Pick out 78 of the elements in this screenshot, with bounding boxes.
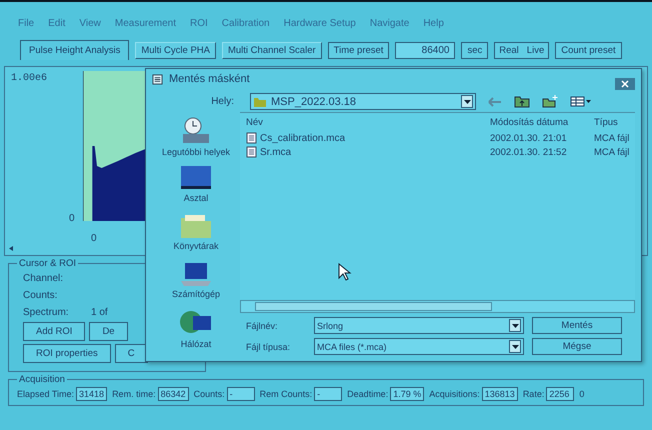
file-date: 2002.01.30. 21:01 [490, 132, 568, 144]
value-field: - [226, 387, 255, 401]
value-field: 86342 [158, 387, 189, 401]
value-field: 136813 [482, 387, 518, 401]
count-preset-button[interactable]: Count preset [555, 42, 622, 58]
place-item[interactable]: Asztal [152, 164, 240, 208]
view-menu-icon[interactable] [570, 96, 592, 107]
scroll-left-icon[interactable] [9, 246, 13, 251]
dropdown-icon[interactable] [509, 319, 521, 332]
field-label: Rem. time: [112, 389, 156, 399]
field-label: Rem Counts: [260, 389, 312, 399]
roi-button[interactable]: C [114, 344, 148, 363]
file-type-combo[interactable]: MCA files (*.mca) [314, 338, 524, 355]
column-header[interactable]: Név [246, 116, 490, 128]
mode-tab[interactable]: Pulse Height Analysis [20, 40, 130, 60]
roi-button[interactable]: Add ROI [23, 322, 86, 341]
file-type: MCA fájl [594, 132, 630, 144]
roi-button[interactable]: ROI properties [23, 344, 111, 363]
field-label: Fájl típusa: [246, 342, 292, 352]
field-label: Rate: [522, 389, 544, 399]
real-button[interactable]: Real [495, 42, 523, 58]
filename-field[interactable]: Srlong [314, 317, 524, 334]
spectrum-value: 1 of [91, 306, 108, 318]
field-label: Elapsed Time: [17, 389, 74, 399]
mouse-pointer-icon [338, 263, 352, 281]
close-button[interactable] [615, 78, 635, 90]
field-label: Acquisitions: [429, 389, 480, 399]
cancel-button[interactable]: Mégse [532, 338, 622, 355]
place-item[interactable]: Könyvtárak [152, 212, 240, 256]
field-label: Spectrum: [23, 306, 70, 318]
field-label: 0 [579, 389, 584, 399]
file-date: 2002.01.30. 21:52 [490, 146, 568, 158]
place-item[interactable]: Számítógép [152, 260, 240, 304]
mode-tab[interactable]: Multi Cycle PHA [135, 42, 216, 58]
field-label: Counts: [194, 389, 225, 399]
place-item[interactable]: Hálózat [152, 308, 240, 352]
computer-icon [179, 260, 213, 288]
field-label: Counts: [23, 290, 58, 300]
save-button[interactable]: Mentés [532, 317, 622, 334]
group-title: Cursor & ROI [18, 258, 78, 269]
location-combo[interactable]: MSP_2022.03.18 [250, 93, 476, 110]
axis-label: 0 [91, 233, 97, 244]
column-header[interactable]: Típus [594, 116, 618, 128]
field-label: Channel: [23, 272, 64, 284]
close-icon [620, 79, 630, 89]
up-folder-icon[interactable] [514, 95, 530, 108]
folder-icon [179, 212, 213, 240]
live-button[interactable]: Live [522, 42, 548, 58]
mode-tab[interactable]: Multi Channel Scaler [222, 42, 322, 58]
dialog-title: Mentés másként [169, 73, 251, 85]
column-header[interactable]: Módosítás dátuma [490, 116, 594, 128]
file-type: MCA fájl [594, 146, 630, 158]
value-field: 31418 [76, 387, 108, 401]
value-field: 2256 [546, 387, 574, 401]
folder-icon [253, 96, 267, 108]
roi-button[interactable]: De [89, 322, 128, 341]
time-preset-field[interactable]: 86400 [395, 42, 456, 58]
axis-label: 1.00e6 [11, 73, 48, 84]
dropdown-icon[interactable] [509, 340, 521, 353]
dropdown-icon[interactable] [461, 95, 473, 108]
file-name[interactable]: Cs_calibration.mca [260, 132, 346, 144]
place-item[interactable]: Legutóbbi helyek [152, 116, 240, 160]
file-name[interactable]: Sr.mca [260, 146, 292, 158]
unit-button[interactable]: sec [461, 42, 488, 58]
file-icon [246, 132, 257, 144]
location-label: Hely: [210, 96, 234, 107]
field-label: Fájlnév: [246, 320, 279, 330]
group-title: Acquisition [18, 374, 66, 385]
new-folder-icon[interactable] [542, 95, 558, 108]
file-icon [246, 146, 257, 158]
value-field: - [314, 387, 342, 401]
horizontal-scrollbar[interactable] [240, 300, 635, 313]
desktop-icon [179, 164, 213, 192]
field-label: Deadtime: [347, 389, 388, 399]
time-preset-button[interactable]: Time preset [328, 42, 390, 58]
axis-label: 0 [69, 213, 75, 224]
value-field: 1.79 % [390, 387, 424, 401]
document-icon [152, 74, 163, 84]
